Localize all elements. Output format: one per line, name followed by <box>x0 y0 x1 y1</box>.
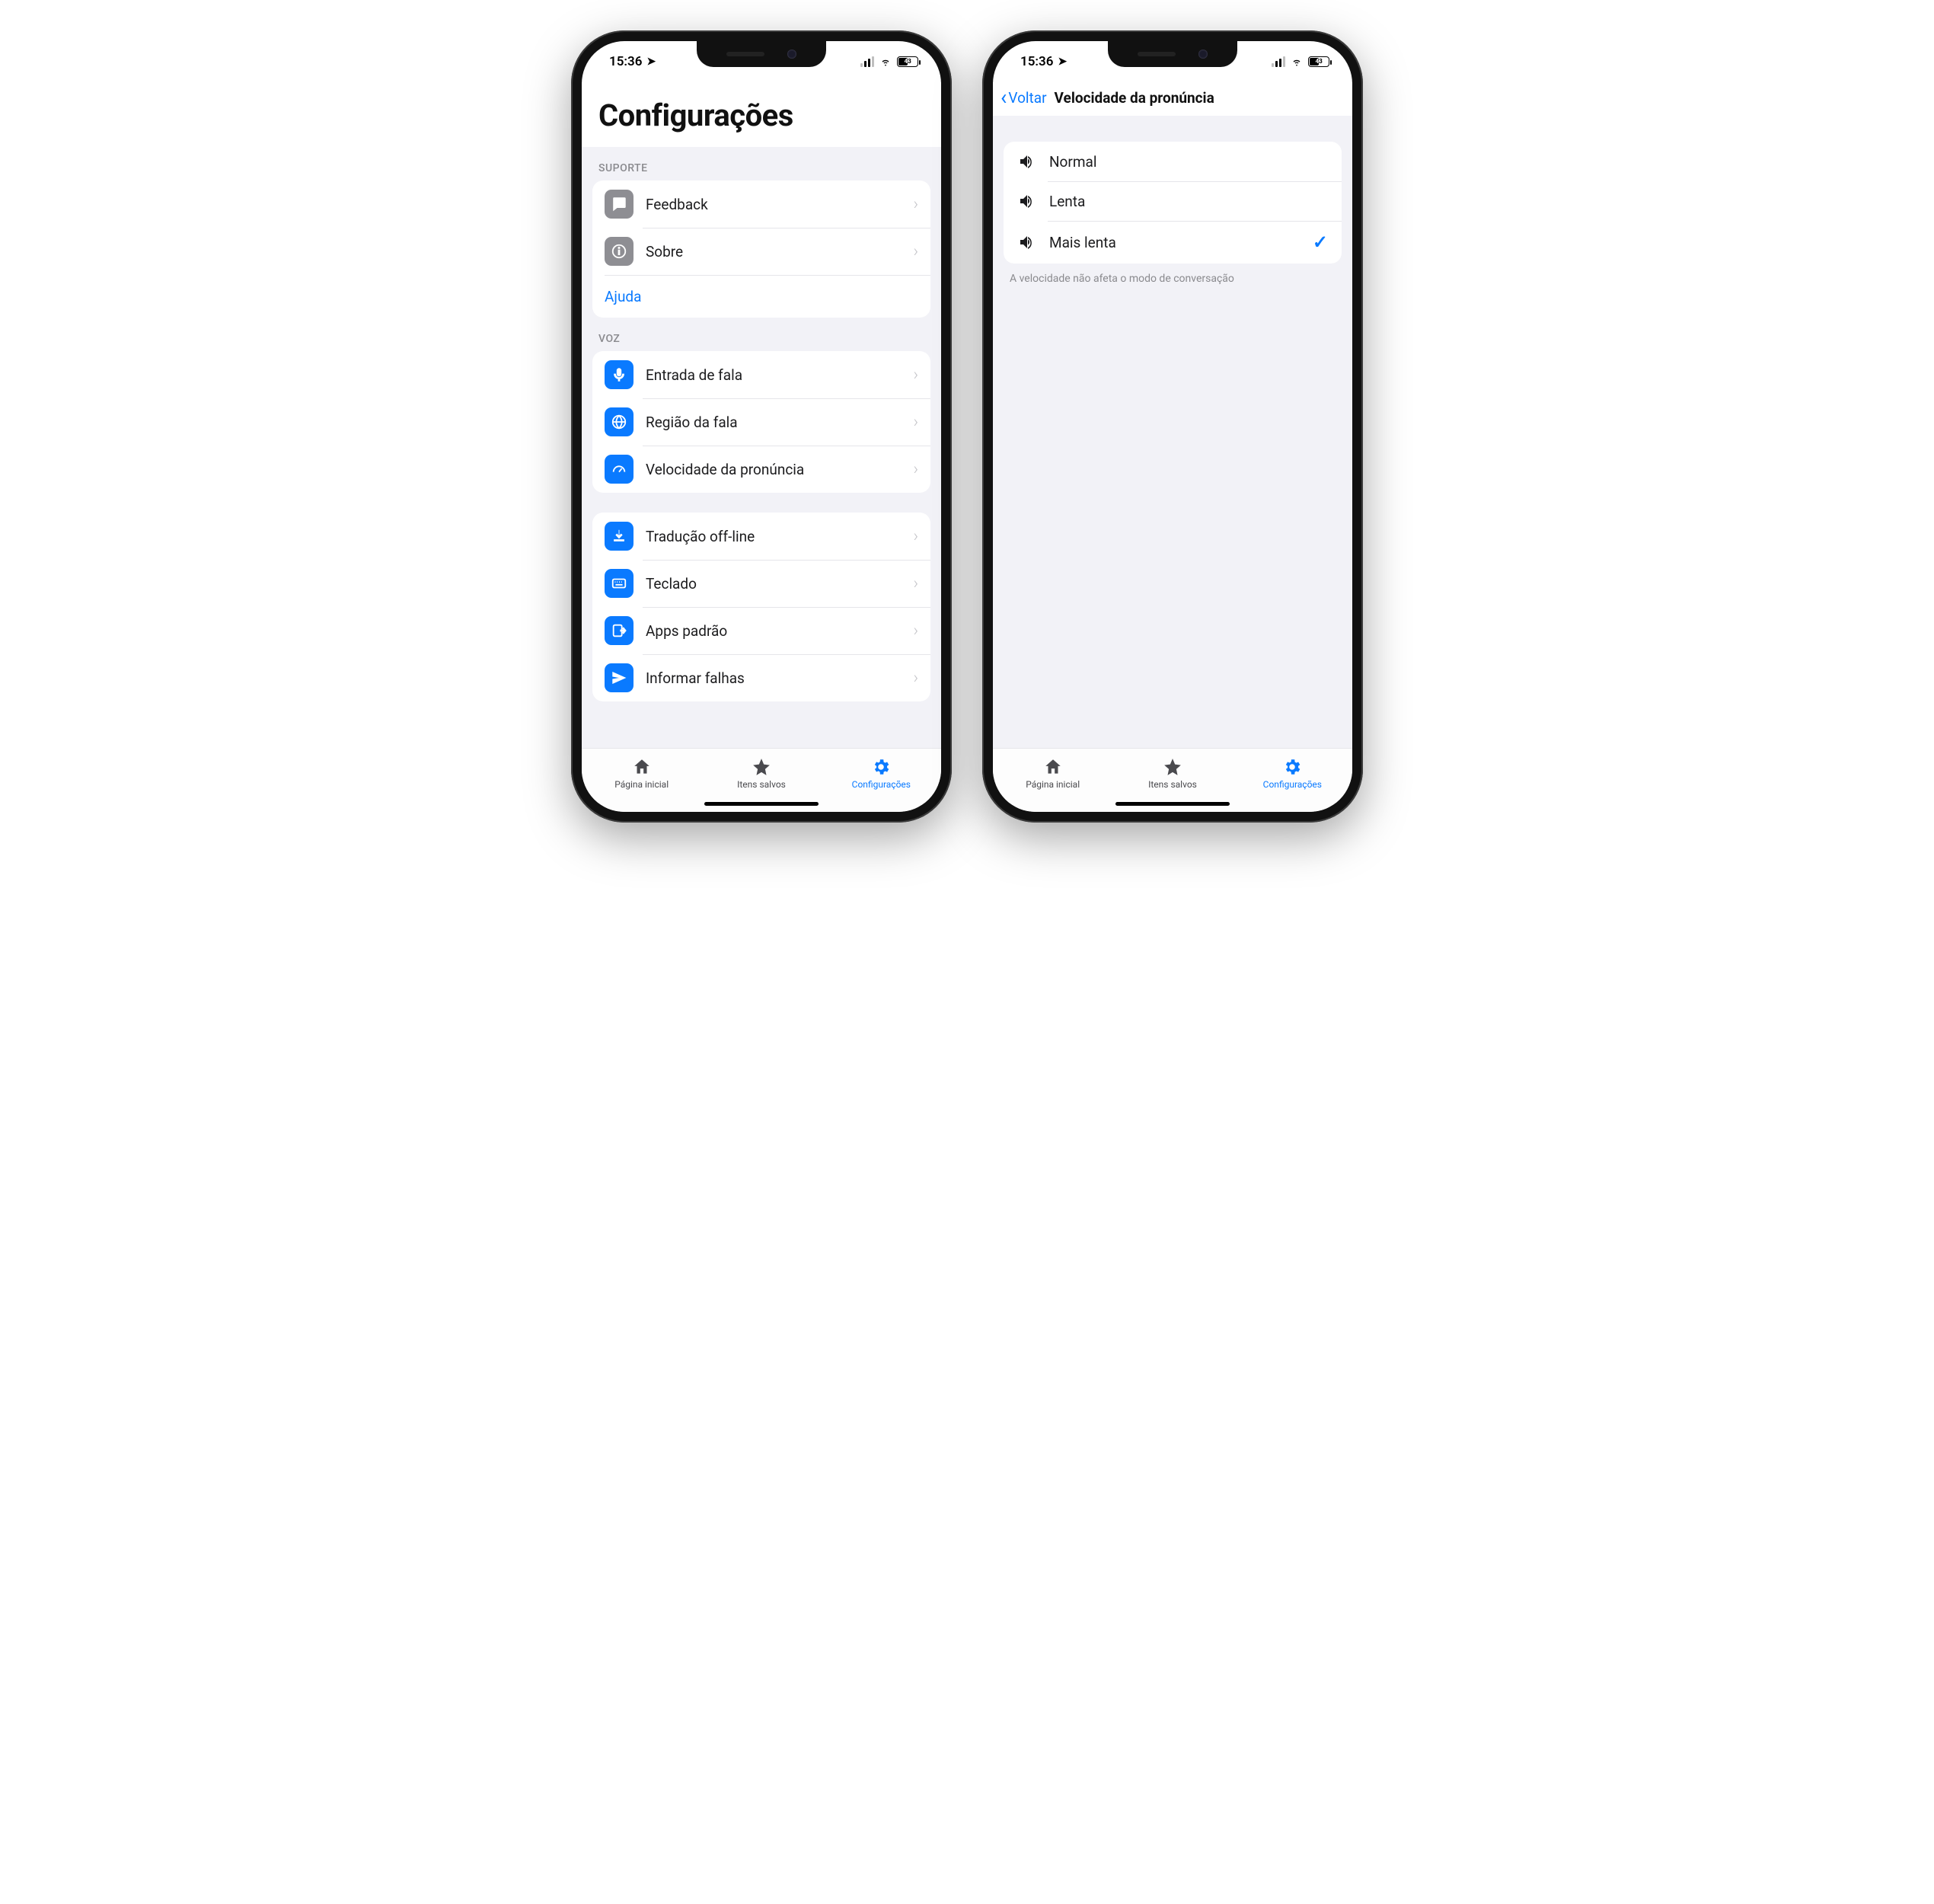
option-label: Normal <box>1049 153 1328 171</box>
tab-settings[interactable]: Configurações <box>822 749 941 798</box>
globe-icon <box>605 407 633 436</box>
nav-bar: ‹ Voltar Velocidade da pronúncia <box>993 82 1352 116</box>
chevron-right-icon: › <box>913 621 918 641</box>
send-icon <box>605 663 633 692</box>
row-about[interactable]: Sobre › <box>592 228 930 275</box>
row-feedback[interactable]: Feedback › <box>592 180 930 228</box>
row-label: Sobre <box>646 243 901 260</box>
support-card: Feedback › Sobre › Ajuda <box>592 180 930 318</box>
row-label: Entrada de fala <box>646 366 901 384</box>
row-report-crashes[interactable]: Informar falhas › <box>592 654 930 701</box>
option-normal[interactable]: Normal <box>1004 142 1342 181</box>
row-keyboard[interactable]: Teclado › <box>592 560 930 607</box>
home-icon <box>1043 757 1063 777</box>
option-label: Lenta <box>1049 193 1328 210</box>
tab-saved[interactable]: Itens salvos <box>1112 749 1232 798</box>
nav-title: Velocidade da pronúncia <box>1055 89 1214 107</box>
phone-frame-settings: 15:36 ➤ 43 Configurações SUPORTE Feedbac <box>571 30 952 823</box>
download-icon <box>605 522 633 551</box>
page-title: Configurações <box>582 82 941 147</box>
tab-label: Itens salvos <box>737 779 786 790</box>
mic-icon <box>605 360 633 389</box>
chevron-right-icon: › <box>913 195 918 214</box>
option-label: Mais lenta <box>1049 234 1299 251</box>
notch <box>697 41 826 67</box>
section-header-support: SUPORTE <box>582 147 941 180</box>
gear-icon <box>1282 757 1302 777</box>
row-pronunciation-speed[interactable]: Velocidade da pronúncia › <box>592 446 930 493</box>
exit-icon <box>605 616 633 645</box>
star-icon <box>752 757 771 777</box>
general-card: Tradução off-line › Teclado › <box>592 513 930 701</box>
row-label: Informar falhas <box>646 669 901 687</box>
tab-settings[interactable]: Configurações <box>1233 749 1352 798</box>
chevron-right-icon: › <box>913 527 918 546</box>
notch <box>1108 41 1237 67</box>
row-label: Tradução off-line <box>646 528 901 545</box>
battery-icon: 43 <box>897 56 918 67</box>
chevron-right-icon: › <box>913 669 918 688</box>
status-time: 15:36 <box>1020 54 1053 69</box>
footer-note: A velocidade não afeta o modo de convers… <box>993 264 1352 294</box>
tab-label: Configurações <box>1263 779 1322 790</box>
row-label: Teclado <box>646 575 901 593</box>
tab-label: Configurações <box>852 779 911 790</box>
back-button[interactable]: ‹ Voltar <box>1001 87 1047 108</box>
row-label: Região da fala <box>646 414 901 431</box>
row-offline-translation[interactable]: Tradução off-line › <box>592 513 930 560</box>
gear-icon <box>871 757 891 777</box>
chevron-right-icon: › <box>913 366 918 385</box>
home-indicator[interactable] <box>704 802 819 806</box>
location-icon: ➤ <box>646 56 656 68</box>
chevron-right-icon: › <box>913 413 918 432</box>
wifi-icon <box>1290 56 1304 67</box>
row-speech-region[interactable]: Região da fala › <box>592 398 930 446</box>
section-header-voice: VOZ <box>582 318 941 351</box>
info-icon <box>605 237 633 266</box>
tab-label: Página inicial <box>1026 779 1080 790</box>
tab-label: Página inicial <box>614 779 669 790</box>
cellular-icon <box>1272 56 1285 67</box>
row-label: Apps padrão <box>646 622 901 640</box>
row-label: Velocidade da pronúncia <box>646 461 901 478</box>
check-icon: ✓ <box>1313 232 1328 253</box>
option-slower[interactable]: Mais lenta ✓ <box>1004 221 1342 264</box>
speaker-icon <box>1017 152 1036 171</box>
row-speech-input[interactable]: Entrada de fala › <box>592 351 930 398</box>
feedback-icon <box>605 190 633 219</box>
chevron-right-icon: › <box>913 460 918 479</box>
speed-options-card: Normal Lenta Mais lenta ✓ <box>1004 142 1342 264</box>
speaker-icon <box>1017 233 1036 251</box>
tab-saved[interactable]: Itens salvos <box>701 749 821 798</box>
speaker-icon <box>1017 192 1036 210</box>
home-indicator[interactable] <box>1115 802 1230 806</box>
battery-icon: 43 <box>1308 56 1329 67</box>
phone-frame-speed: 15:36 ➤ 43 ‹ Voltar Velocidade da pronún… <box>982 30 1363 823</box>
chevron-left-icon: ‹ <box>1001 87 1007 108</box>
location-icon: ➤ <box>1058 56 1067 68</box>
cellular-icon <box>860 56 874 67</box>
row-default-apps[interactable]: Apps padrão › <box>592 607 930 654</box>
option-slow[interactable]: Lenta <box>1004 181 1342 221</box>
row-label: Feedback <box>646 196 901 213</box>
voice-card: Entrada de fala › Região da fala › <box>592 351 930 493</box>
status-time: 15:36 <box>609 54 642 69</box>
wifi-icon <box>879 56 892 67</box>
back-label: Voltar <box>1008 89 1046 107</box>
speedometer-icon <box>605 455 633 484</box>
chevron-right-icon: › <box>913 574 918 593</box>
row-help[interactable]: Ajuda <box>592 275 930 318</box>
home-icon <box>632 757 652 777</box>
tab-home[interactable]: Página inicial <box>582 749 701 798</box>
tab-home[interactable]: Página inicial <box>993 749 1112 798</box>
keyboard-icon <box>605 569 633 598</box>
chevron-right-icon: › <box>913 242 918 261</box>
star-icon <box>1163 757 1182 777</box>
row-label: Ajuda <box>605 288 918 305</box>
tab-label: Itens salvos <box>1148 779 1197 790</box>
